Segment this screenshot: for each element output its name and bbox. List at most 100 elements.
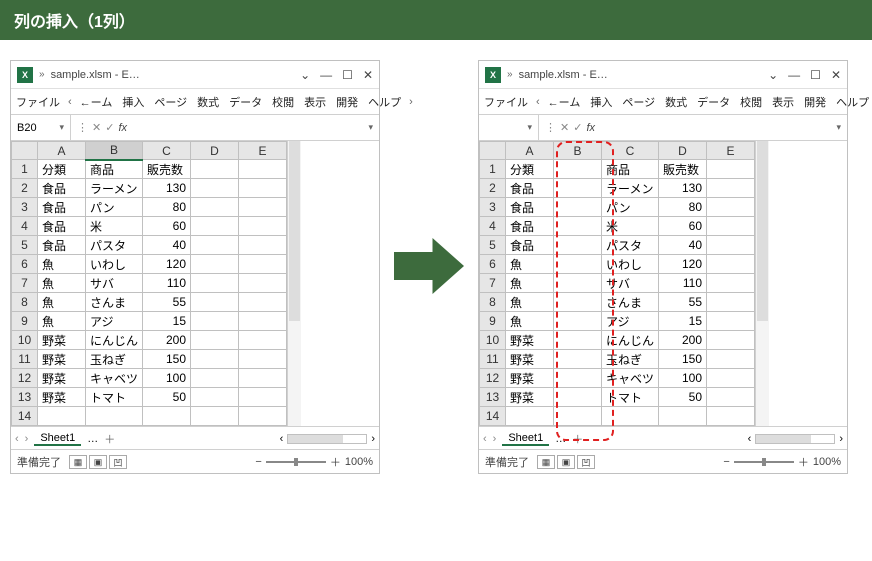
cell[interactable]: 販売数 — [143, 160, 191, 179]
cell[interactable] — [143, 407, 191, 426]
cell[interactable]: 野菜 — [38, 369, 86, 388]
col-header[interactable]: D — [191, 142, 239, 160]
cell[interactable]: ラーメン — [602, 179, 659, 198]
cell[interactable] — [554, 369, 602, 388]
row-header[interactable]: 5 — [12, 236, 38, 255]
row-header[interactable]: 11 — [12, 350, 38, 369]
vertical-scrollbar[interactable] — [755, 141, 769, 426]
cell[interactable]: 野菜 — [38, 350, 86, 369]
row-header[interactable]: 4 — [480, 217, 506, 236]
add-sheet-button[interactable]: ＋ — [104, 431, 115, 447]
row-header[interactable]: 7 — [480, 274, 506, 293]
row-header[interactable]: 11 — [480, 350, 506, 369]
zoom-out-button[interactable]: − — [255, 456, 261, 468]
cell[interactable] — [707, 350, 755, 369]
row-header[interactable]: 9 — [480, 312, 506, 331]
sheet-nav-left-icon[interactable]: ‹ — [15, 433, 19, 445]
horizontal-scrollbar[interactable]: ‹ › — [748, 433, 843, 445]
cell[interactable]: 55 — [143, 293, 191, 312]
cell[interactable] — [554, 388, 602, 407]
name-box[interactable]: B20 ▾ — [11, 115, 71, 140]
cell[interactable] — [707, 293, 755, 312]
sheet-nav-left-icon[interactable]: ‹ — [483, 433, 487, 445]
cell[interactable] — [191, 179, 239, 198]
select-all-corner[interactable] — [480, 142, 506, 160]
zoom-out-button[interactable]: − — [723, 456, 729, 468]
cell[interactable]: パスタ — [602, 236, 659, 255]
tab-home[interactable]: ←ーム — [543, 89, 586, 114]
row-header[interactable]: 1 — [480, 160, 506, 179]
cell[interactable]: 野菜 — [506, 350, 554, 369]
sheet-nav-right-icon[interactable]: › — [25, 433, 29, 445]
view-layout-button[interactable]: ▣ — [557, 455, 575, 469]
cell[interactable]: 食品 — [38, 217, 86, 236]
cell[interactable]: 100 — [659, 369, 707, 388]
cell[interactable] — [554, 274, 602, 293]
row-header[interactable]: 2 — [480, 179, 506, 198]
fx-label[interactable]: fx — [586, 122, 595, 134]
cell[interactable] — [707, 198, 755, 217]
tab-page[interactable]: ページ — [149, 89, 192, 114]
cell[interactable]: 魚 — [38, 255, 86, 274]
cell[interactable] — [239, 407, 287, 426]
row-header[interactable]: 8 — [480, 293, 506, 312]
cell[interactable] — [191, 236, 239, 255]
tab-insert[interactable]: 挿入 — [585, 89, 617, 114]
check-icon[interactable]: ✓ — [105, 121, 114, 134]
cell[interactable] — [191, 407, 239, 426]
view-normal-button[interactable]: ▦ — [537, 455, 555, 469]
cell[interactable]: 130 — [143, 179, 191, 198]
dropdown-icon[interactable]: ▾ — [59, 122, 64, 133]
cell[interactable] — [707, 179, 755, 198]
cell[interactable] — [554, 179, 602, 198]
col-header[interactable]: C — [602, 142, 659, 160]
view-break-button[interactable]: 凹 — [577, 455, 595, 469]
cell[interactable] — [191, 369, 239, 388]
zoom-in-button[interactable]: ＋ — [330, 454, 341, 470]
cell[interactable] — [239, 293, 287, 312]
row-header[interactable]: 13 — [12, 388, 38, 407]
cell[interactable] — [707, 331, 755, 350]
cell[interactable] — [554, 331, 602, 350]
scroll-right-icon[interactable]: › — [371, 433, 375, 445]
cell[interactable] — [191, 293, 239, 312]
scroll-left-icon[interactable]: ‹ — [748, 433, 752, 445]
cell[interactable]: 100 — [143, 369, 191, 388]
cell[interactable]: アジ — [602, 312, 659, 331]
cell[interactable]: トマト — [86, 388, 143, 407]
row-header[interactable]: 12 — [480, 369, 506, 388]
scroll-right-icon[interactable]: › — [839, 433, 843, 445]
cell[interactable]: 110 — [143, 274, 191, 293]
cell[interactable]: 80 — [659, 198, 707, 217]
cancel-icon[interactable]: ✕ — [560, 121, 569, 134]
select-all-corner[interactable] — [12, 142, 38, 160]
row-header[interactable]: 5 — [480, 236, 506, 255]
cell[interactable] — [191, 255, 239, 274]
cell[interactable]: 米 — [86, 217, 143, 236]
tab-dev[interactable]: 開発 — [799, 89, 831, 114]
cell[interactable]: 分類 — [38, 160, 86, 179]
cell[interactable]: 魚 — [506, 274, 554, 293]
zoom-slider[interactable]: − ＋ 100% — [723, 454, 841, 470]
cell[interactable]: 200 — [143, 331, 191, 350]
cell[interactable]: 120 — [143, 255, 191, 274]
row-header[interactable]: 7 — [12, 274, 38, 293]
maximize-button[interactable]: ☐ — [342, 68, 353, 82]
view-normal-button[interactable]: ▦ — [69, 455, 87, 469]
row-header[interactable]: 4 — [12, 217, 38, 236]
cell[interactable]: 分類 — [506, 160, 554, 179]
cell[interactable] — [707, 312, 755, 331]
row-header[interactable]: 13 — [480, 388, 506, 407]
cell[interactable]: 魚 — [506, 293, 554, 312]
cell[interactable]: 150 — [143, 350, 191, 369]
cell[interactable] — [554, 312, 602, 331]
zoom-slider[interactable]: − ＋ 100% — [255, 454, 373, 470]
cell[interactable]: 食品 — [506, 217, 554, 236]
cell[interactable] — [707, 160, 755, 179]
cell[interactable]: 80 — [143, 198, 191, 217]
name-box[interactable]: ▾ — [479, 115, 539, 140]
spreadsheet-grid-left[interactable]: A B C D E 1分類商品販売数2食品ラーメン1303食品パン804食品米6… — [11, 141, 287, 426]
cell[interactable] — [554, 160, 602, 179]
cell[interactable]: 60 — [659, 217, 707, 236]
cell[interactable] — [707, 236, 755, 255]
